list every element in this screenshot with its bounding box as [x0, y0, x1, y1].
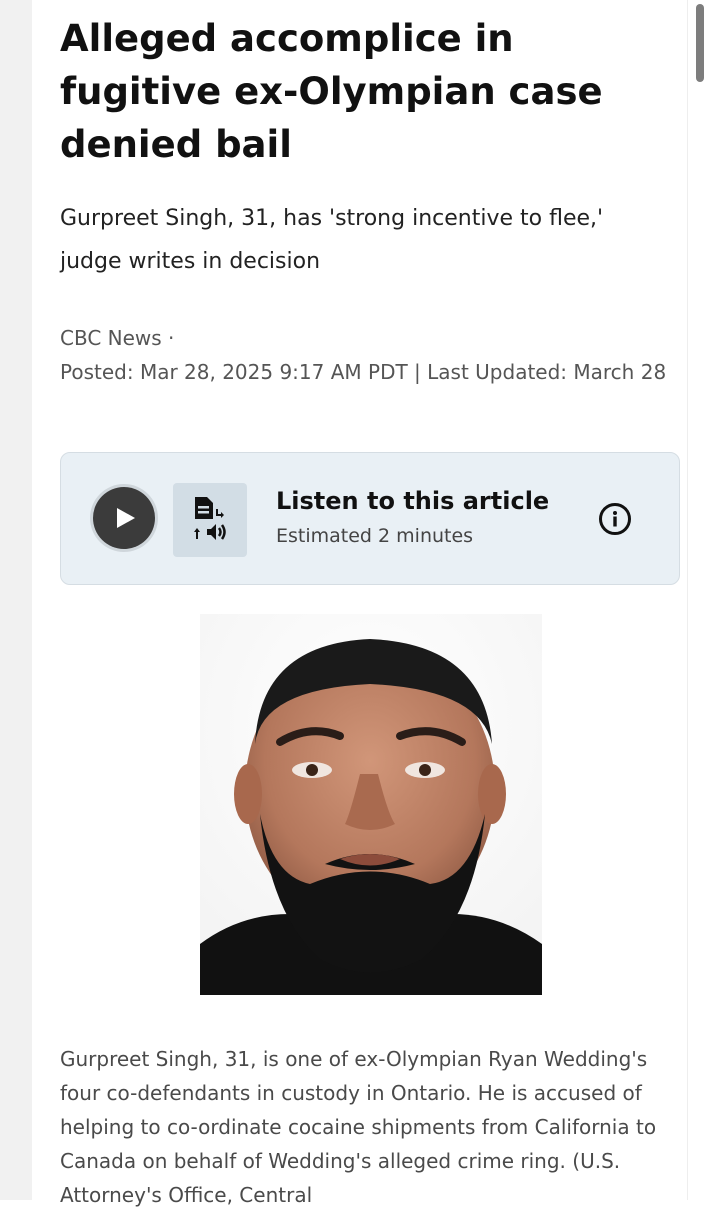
listen-title[interactable]: Listen to this article: [276, 487, 549, 515]
posted-timestamp: Posted: Mar 28, 2025 9:17 AM PDT | Last …: [60, 360, 667, 384]
info-icon: [613, 511, 617, 527]
source-label[interactable]: CBC News ·: [60, 321, 685, 355]
photo-caption: Gurpreet Singh, 31, is one of ex-Olympia…: [60, 1047, 657, 1207]
info-button[interactable]: [599, 503, 631, 535]
scrollbar-track[interactable]: [687, 0, 710, 1200]
left-gutter: [0, 0, 32, 1200]
listen-duration: Estimated 2 minutes: [276, 525, 474, 547]
article-headline: Alleged accomplice in fugitive ex-Olympi…: [60, 17, 603, 166]
article-body: Alleged accomplice in fugitive ex-Olympi…: [60, 0, 685, 1207]
play-icon: [117, 508, 135, 528]
play-button[interactable]: [93, 487, 155, 549]
listen-to-article-card: Listen to this article Estimated 2 minut…: [60, 452, 680, 585]
scrollbar-thumb[interactable]: [696, 4, 704, 82]
article-meta: CBC News · Posted: Mar 28, 2025 9:17 AM …: [60, 321, 685, 389]
portrait-photo[interactable]: [200, 614, 542, 995]
article-deck: Gurpreet Singh, 31, has 'strong incentiv…: [60, 206, 604, 274]
text-to-speech-icon: [173, 483, 247, 557]
